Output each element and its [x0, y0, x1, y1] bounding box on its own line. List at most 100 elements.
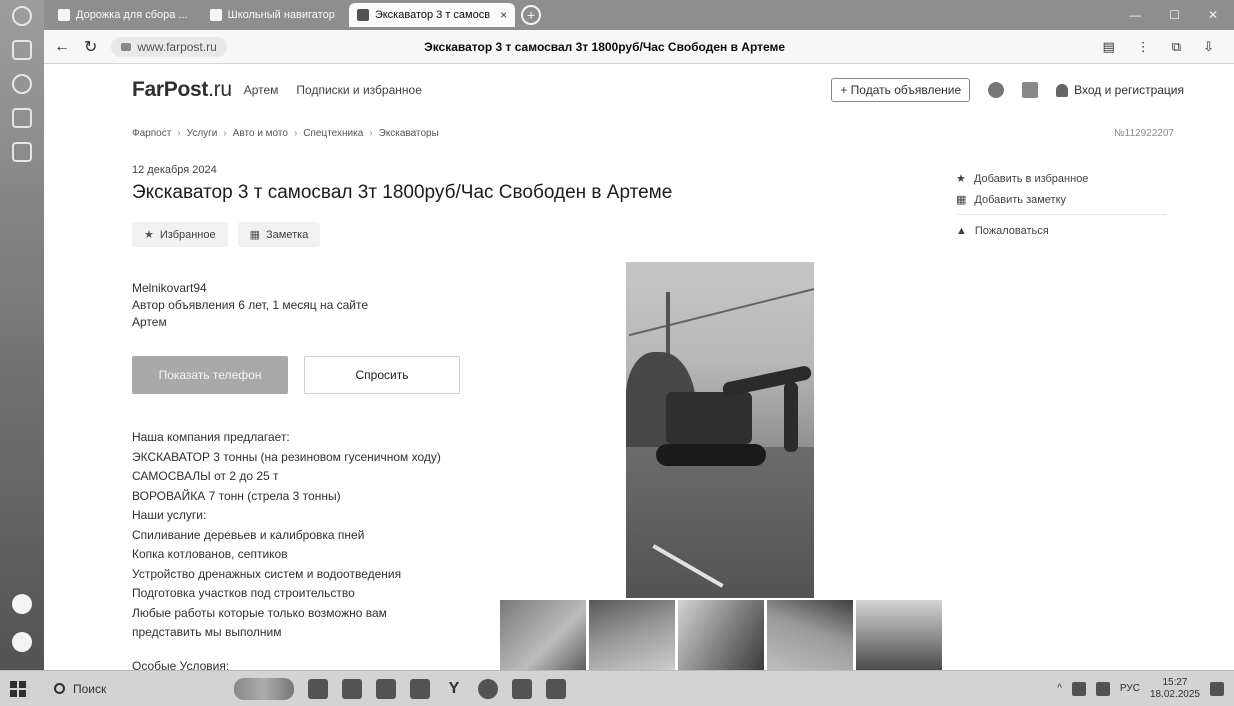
windows-start-icon[interactable] — [10, 680, 26, 697]
thumbnail[interactable] — [767, 600, 853, 670]
maximize-icon[interactable]: ☐ — [1169, 8, 1180, 22]
excavator-arm — [721, 364, 813, 398]
file-explorer-icon[interactable] — [376, 678, 396, 699]
close-window-icon[interactable]: ✕ — [1208, 8, 1218, 22]
add-note-label: Добавить заметку — [974, 193, 1067, 206]
description-line: представить мы выполним — [132, 625, 282, 639]
thumbnail[interactable] — [856, 600, 942, 670]
downloads-icon[interactable]: ⇩ — [1203, 39, 1214, 55]
search-label: Поиск — [73, 681, 107, 696]
app-icon[interactable] — [512, 678, 532, 699]
favorite-button[interactable]: ★ Избранное — [132, 222, 228, 247]
star-icon: ★ — [956, 173, 966, 185]
panel-icon[interactable] — [12, 142, 32, 162]
dropbox-icon[interactable] — [342, 678, 362, 699]
bookmarks-icon[interactable] — [12, 40, 32, 60]
notifications-icon[interactable] — [1210, 681, 1224, 696]
excavator-track — [656, 444, 766, 466]
main-photo[interactable] — [626, 262, 814, 598]
conditions-heading: Особые Условия: — [132, 658, 230, 671]
description-line: Спиливание деревьев и калибровка пней — [132, 527, 365, 542]
assistant-icon[interactable] — [12, 632, 32, 652]
user-icon — [1056, 83, 1069, 97]
breadcrumb-item[interactable]: Авто и мото — [233, 128, 288, 139]
store-icon[interactable] — [410, 678, 430, 699]
add-note-link[interactable]: ▦ Добавить заметку — [956, 193, 1166, 207]
seller-info: Melnikovart94 Автор объявления 6 лет, 1 … — [132, 280, 368, 331]
tab-bar: Дорожка для сбора ... Школьный навигатор… — [44, 0, 1234, 30]
seller-city: Артем — [132, 315, 167, 329]
yandex-browser-icon[interactable]: Y — [444, 680, 464, 698]
tab-1[interactable]: Дорожка для сбора ... — [50, 4, 196, 26]
site-header: FarPost.ru Артем Подписки и избранное + … — [132, 76, 1184, 104]
ad-title: Экскаватор 3 т самосвал 3т 1800руб/Час С… — [132, 182, 673, 203]
clock[interactable]: 15:27 18.02.2025 — [1150, 677, 1200, 701]
browser-side-panel — [0, 0, 44, 670]
globe-icon[interactable] — [988, 82, 1005, 98]
network-icon[interactable] — [1071, 681, 1086, 696]
description-line: САМОСВАЛЫ от 2 до 25 т — [132, 469, 279, 483]
add-favorite-link[interactable]: ★ Добавить в избранное — [956, 172, 1166, 186]
note-icon: ▦ — [956, 194, 967, 206]
history-icon[interactable] — [12, 74, 32, 94]
task-view-icon[interactable] — [308, 678, 328, 699]
city-selector[interactable]: Артем — [244, 83, 279, 97]
thumbnail[interactable] — [589, 600, 675, 670]
menu-icon[interactable]: ⋮ — [1137, 39, 1150, 55]
new-tab-button[interactable]: + — [521, 5, 542, 25]
tab-3-active[interactable]: Экскаватор 3 т самосв × — [348, 3, 516, 27]
thumbnail[interactable] — [500, 600, 586, 670]
seller-name[interactable]: Melnikovart94 — [132, 280, 368, 297]
ad-actions: ★ Избранное ▦ Заметка — [132, 222, 321, 247]
taskbar-search[interactable]: Поиск — [40, 682, 190, 696]
excavator-bucket-arm — [784, 382, 798, 452]
app-icon[interactable] — [12, 6, 32, 26]
warning-icon: ▲ — [956, 225, 967, 237]
collections-icon[interactable] — [12, 108, 32, 128]
close-tab-icon[interactable]: × — [500, 8, 507, 22]
back-icon[interactable]: ← — [54, 38, 70, 56]
language-indicator[interactable]: РУС — [1120, 683, 1140, 694]
note-label: Заметка — [266, 228, 309, 241]
taskbar: Поиск Y ^ РУС 15:27 18.02.2025 — [0, 670, 1234, 706]
login-label: Вход и регистрация — [1074, 83, 1184, 97]
tab-label: Экскаватор 3 т самосв — [374, 9, 491, 21]
subscriptions-link[interactable]: Подписки и избранное — [296, 83, 421, 97]
chevron-up-icon[interactable]: ^ — [1057, 683, 1062, 694]
page-title-bar: Экскаватор 3 т самосвал 3т 1800руб/Час С… — [424, 39, 786, 54]
volume-icon[interactable] — [1095, 681, 1110, 696]
minimize-icon[interactable]: — — [1129, 8, 1141, 22]
description-line: ВОРОВАЙКА 7 тонн (стрела 3 тонны) — [132, 488, 341, 503]
clock-date: 18.02.2025 — [1149, 688, 1200, 700]
profile-icon[interactable] — [12, 594, 32, 614]
description-line: Наша компания предлагает: — [132, 430, 290, 444]
breadcrumb-item[interactable]: Услуги — [187, 128, 218, 139]
breadcrumb-item[interactable]: Фарпост — [132, 128, 171, 139]
tab-2[interactable]: Школьный навигатор — [202, 4, 343, 26]
extensions-icon[interactable]: ⧉ — [1172, 39, 1181, 55]
search-highlight-icon[interactable] — [234, 677, 294, 700]
tab-favicon — [58, 9, 70, 21]
description-line: Копка котлованов, септиков — [132, 547, 288, 561]
reload-icon[interactable]: ↻ — [84, 37, 97, 57]
tab-favicon — [209, 9, 222, 21]
window-controls: — ☐ ✕ — [1129, 8, 1234, 22]
complain-link[interactable]: ▲ Пожаловаться — [956, 225, 1166, 237]
reader-icon[interactable]: ▤ — [1103, 39, 1115, 55]
url-field[interactable]: www.farpost.ru — [111, 36, 227, 57]
breadcrumb-item[interactable]: Спецтехника — [303, 128, 363, 139]
description-line: Устройство дренажных систем и водоотведе… — [132, 566, 402, 581]
tab-label: Школьный навигатор — [227, 9, 335, 21]
show-phone-button[interactable]: Показать телефон — [132, 356, 288, 394]
ask-button[interactable]: Спросить — [304, 356, 460, 394]
site-logo[interactable]: FarPost.ru — [132, 78, 232, 102]
thumbnail[interactable] — [678, 600, 764, 670]
edge-icon[interactable] — [478, 678, 498, 699]
breadcrumb-item[interactable]: Экскаваторы — [379, 128, 439, 139]
login-link[interactable]: Вход и регистрация — [1056, 83, 1184, 97]
note-button[interactable]: ▦ Заметка — [237, 222, 321, 247]
post-ad-button[interactable]: + Подать объявление — [831, 78, 971, 102]
description-line: Любые работы которые только возможно вам — [132, 605, 387, 620]
app-icon[interactable] — [546, 678, 566, 699]
messages-icon[interactable] — [1022, 82, 1039, 98]
